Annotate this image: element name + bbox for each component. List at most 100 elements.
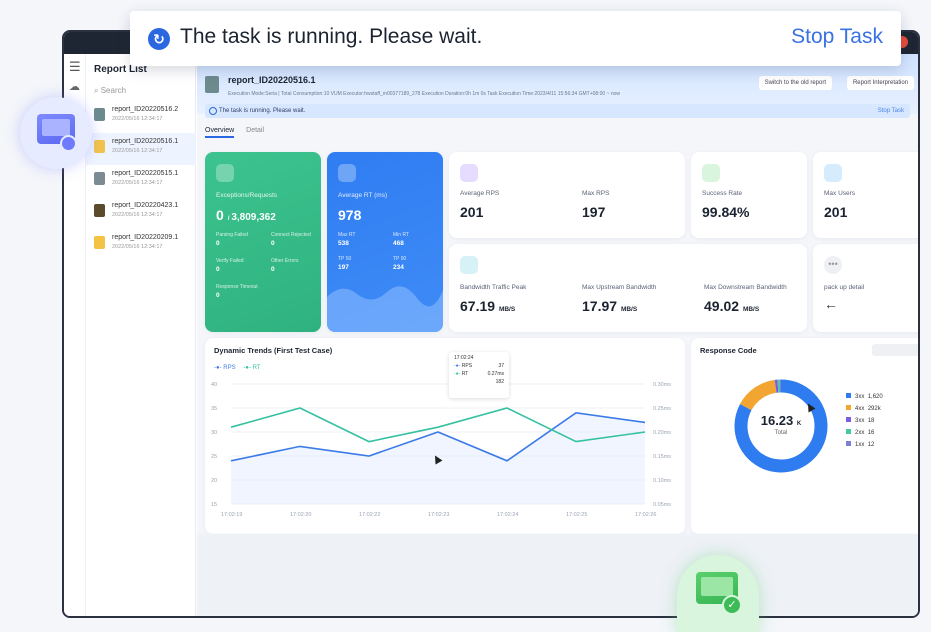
document-icon [94,204,105,217]
banner-stop-task-link[interactable]: Stop Task [878,104,904,118]
document-icon [205,76,219,93]
average-rt-card: Average RT (ms) 978 Max RT 538 Min RT 46… [327,152,443,332]
rps-icon [460,164,478,182]
report-item-name: report_ID20220209.1 [112,234,179,241]
users-icon [824,164,842,182]
legend-value: 292k [867,406,881,412]
app-window: ☰ ☁ Report List ⌕ Search report_ID202205… [62,30,920,618]
trend-chart[interactable]: 40 0.30ms 35 0.25ms 30 0.20ms 25 0.15ms 20 0.10ms… [205,374,685,532]
y-left-tick-label: 30 [211,430,217,436]
response-code-card: Response Code 16.23 K Total 3xx 1,620 4xx… [691,338,918,534]
clock-icon [338,164,356,182]
report-list-item[interactable]: report_ID20220209.1 2022/05/16 12:34:17 [86,229,196,261]
response-filter-select[interactable] [872,344,918,356]
report-item-date: 2022/05/16 12:34:17 [112,116,163,122]
monitor-chart-icon [20,97,92,169]
document-icon [94,108,105,121]
y-right-tick-label: 0.10ms [653,478,671,484]
report-item-date: 2022/05/16 12:34:17 [112,212,163,218]
response-legend-item[interactable]: 4xx 292k [846,405,883,417]
report-name: report_ID20220516.1 [228,75,316,85]
arrow-left-icon[interactable]: ← [824,296,838,312]
response-legend-item[interactable]: 3xx 18 [846,417,883,429]
y-left-tick-label: 40 [211,382,217,388]
legend-value: 18 [867,418,875,424]
report-item-date: 2022/05/16 12:34:17 [112,180,163,186]
search-icon: ⌕ [94,86,99,95]
menu-icon[interactable]: ☰ [69,60,81,73]
cloud-icon[interactable]: ☁ [69,80,80,93]
x-tick-label: 17:02:23 [428,512,449,518]
report-list-panel: Report List ⌕ Search report_ID20220516.2… [86,54,196,616]
pack-up-label[interactable]: pack up detail [824,284,864,291]
report-list-item[interactable]: report_ID20220515.1 2022/05/16 12:34:17 [86,165,196,197]
report-item-date: 2022/05/16 12:34:17 [112,148,163,154]
response-legend-item[interactable]: 1xx 12 [846,441,883,453]
report-item-name: report_ID20220516.1 [112,138,179,145]
legend-category: 4xx [855,406,865,412]
report-item-name: report_ID20220516.2 [112,106,179,113]
x-tick-label: 17:02:26 [635,512,656,518]
report-list-item[interactable]: report_ID20220516.2 2022/05/16 12:34:17 [86,101,196,133]
response-legend-item[interactable]: 2xx 16 [846,429,883,441]
running-banner: The task is running. Please wait. Stop T… [205,104,910,118]
report-tabs: Overview Detail [205,127,274,138]
y-left-tick-label: 25 [211,454,217,460]
x-tick-label: 17:02:22 [359,512,380,518]
report-interpretation-button[interactable]: Report Interpretation [846,76,914,90]
report-item-name: report_ID20220515.1 [112,170,179,177]
success-icon [702,164,720,182]
tab-overview[interactable]: Overview [205,127,235,138]
report-list-item[interactable]: report_ID20220423.1 2022/05/16 12:34:17 [86,197,196,229]
refresh-icon [209,107,217,115]
max-users-card: Max Users 201 [813,152,918,238]
document-icon [94,172,105,185]
y-left-tick-label: 15 [211,502,217,508]
legend-category: 2xx [855,430,865,436]
x-tick-label: 17:02:19 [221,512,242,518]
report-item-name: report_ID20220423.1 [112,202,179,209]
trend-chart-card: Dynamic Trends (First Test Case) -●- RPS… [205,338,685,534]
y-right-tick-label: 0.05ms [653,502,671,508]
exceptions-card: Exceptions/Requests 0 / 3,809,362 Parsin… [205,152,321,332]
response-legend: 3xx 1,620 4xx 292k 3xx 18 2xx 16 1xx 12 [846,393,883,453]
success-rate-card: Success Rate 99.84% [691,152,807,238]
blurred-section [197,534,918,616]
legend-value: 16 [867,430,875,436]
trend-legend: -●- RPS -●- RT [214,365,261,371]
response-legend-item[interactable]: 3xx 1,620 [846,393,883,405]
legend-category: 1xx [855,442,865,448]
legend-rps[interactable]: -●- RPS [214,365,236,371]
pack-up-card[interactable]: ••• pack up detail ← [813,244,918,332]
tab-detail[interactable]: Detail [246,127,264,134]
exceptions-value: 0 / 3,809,362 [216,207,276,223]
rps-card: Average RPS 201 Max RPS 197 [449,152,685,238]
y-left-tick-label: 20 [211,478,217,484]
x-tick-label: 17:02:25 [566,512,587,518]
legend-value: 1,620 [867,394,883,400]
bandwidth-icon [460,256,478,274]
legend-rt[interactable]: -●- RT [243,365,260,371]
rt-wave-graphic [327,286,443,332]
exception-icon [216,164,234,182]
report-list-item[interactable]: report_ID20220516.1 2022/05/16 12:34:17 [86,133,196,165]
report-meta: Execution Mode:Seria | Total Consumption… [228,91,620,97]
bandwidth-card: Bandwidth Traffic Peak 67.19 MB/S Max Up… [449,244,807,332]
y-right-tick-label: 0.30ms [653,382,671,388]
report-search-input[interactable]: ⌕ Search [94,86,126,96]
report-item-date: 2022/05/16 12:34:17 [112,244,163,250]
document-icon [94,236,105,249]
task-running-toast: ↻ The task is running. Please wait. Stop… [130,11,901,66]
chart-tooltip: 17:02:24 -●- RPS 37 -●- RT 0.27ms 182 [449,352,509,398]
y-right-tick-label: 0.20ms [653,430,671,436]
stop-task-button[interactable]: Stop Task [791,25,883,49]
y-left-tick-label: 35 [211,406,217,412]
x-tick-label: 17:02:24 [497,512,518,518]
old-report-button[interactable]: Switch to the old report [758,76,832,90]
monitor-check-icon: ✓ [677,555,759,632]
x-tick-label: 17:02:20 [290,512,311,518]
document-icon [94,140,105,153]
legend-value: 12 [867,442,875,448]
legend-category: 3xx [855,394,865,400]
main-content: report_ID20220516.1 Execution Mode:Seria… [197,54,918,616]
